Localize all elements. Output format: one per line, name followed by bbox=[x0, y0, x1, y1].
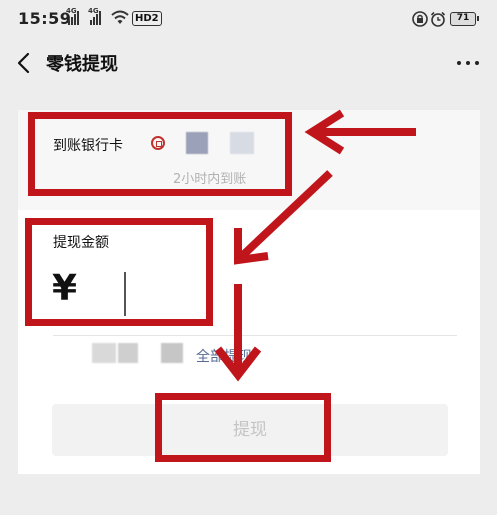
signal-1-label: 4G bbox=[66, 7, 77, 15]
lock-icon bbox=[412, 11, 428, 27]
hd-badge: HD2 bbox=[132, 11, 162, 26]
balance-redacted-1 bbox=[92, 343, 116, 363]
alarm-icon bbox=[430, 11, 446, 27]
signal-2-label: 4G bbox=[88, 7, 99, 15]
withdraw-all-link[interactable]: 全部提现 bbox=[196, 346, 252, 366]
annotation-box-submit bbox=[155, 393, 331, 462]
balance-redacted-2 bbox=[118, 343, 138, 363]
more-dots-icon[interactable] bbox=[455, 52, 481, 74]
status-time: 15:59 bbox=[18, 9, 72, 28]
battery-icon: 71 bbox=[450, 12, 479, 26]
back-arrow-icon[interactable] bbox=[14, 50, 36, 76]
app-bar: 零钱提现 bbox=[0, 40, 497, 86]
annotation-box-amount bbox=[25, 218, 213, 326]
balance-redacted-3 bbox=[161, 343, 183, 363]
signal-icon-1: 4G bbox=[66, 7, 79, 25]
wifi-icon bbox=[111, 10, 129, 24]
amount-divider bbox=[53, 335, 457, 336]
signal-icon-2: 4G bbox=[88, 7, 101, 25]
page-title: 零钱提现 bbox=[46, 54, 118, 75]
status-bar: 15:59 4G 4G HD2 71 bbox=[0, 0, 497, 40]
annotation-box-bank bbox=[28, 112, 292, 196]
